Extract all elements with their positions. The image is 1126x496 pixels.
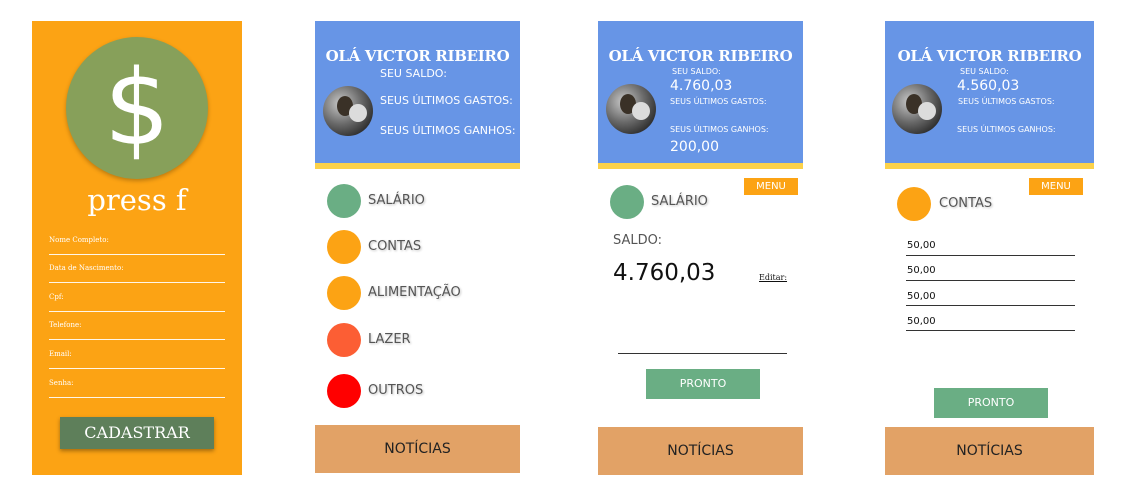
income-label: SEUS ÚLTIMOS GANHOS:: [957, 125, 1056, 134]
done-button[interactable]: PRONTO: [646, 369, 760, 399]
avatar[interactable]: [323, 86, 373, 136]
greeting-title: OLÁ VICTOR RIBEIRO: [897, 47, 1082, 65]
category-dot-icon: [327, 276, 361, 310]
income-label: SEUS ÚLTIMOS GANHOS:: [380, 124, 516, 137]
email-field[interactable]: Email:: [49, 344, 225, 369]
expense-entry: 50,00: [907, 265, 936, 276]
avatar[interactable]: [892, 84, 942, 134]
profile-header: OLÁ VICTOR RIBEIRO SEU SALDO: 4.560,03 S…: [885, 21, 1094, 169]
contas-screen: OLÁ VICTOR RIBEIRO SEU SALDO: 4.560,03 S…: [885, 21, 1094, 475]
balance-value: 4.760,03: [670, 78, 733, 94]
menu-button[interactable]: MENU: [744, 178, 798, 195]
cpf-label: Cpf:: [49, 293, 64, 301]
entry-line[interactable]: [906, 255, 1075, 256]
cpf-field[interactable]: Cpf:: [49, 287, 225, 312]
birth-date-field[interactable]: Data de Nascimento:: [49, 258, 225, 283]
entry-line[interactable]: [906, 330, 1075, 331]
birth-date-label: Data de Nascimento:: [49, 264, 124, 272]
home-screen: OLÁ VICTOR RIBEIRO SEU SALDO: SEUS ÚLTIM…: [315, 21, 520, 475]
category-dot-icon: [327, 323, 361, 357]
profile-header: OLÁ VICTOR RIBEIRO SEU SALDO: 4.760,03 S…: [598, 21, 803, 169]
phone-label: Telefone:: [49, 321, 82, 329]
password-field[interactable]: Senha:: [49, 373, 225, 398]
category-label: SALÁRIO: [368, 193, 425, 208]
full-name-label: Nome Completo:: [49, 236, 109, 244]
balance-value: 4.560,03: [957, 78, 1020, 94]
balance-label: SEU SALDO:: [672, 67, 721, 76]
edit-link[interactable]: Editar:: [759, 273, 787, 282]
entry-line[interactable]: [906, 280, 1075, 281]
salario-screen: OLÁ VICTOR RIBEIRO SEU SALDO: 4.760,03 S…: [598, 21, 803, 475]
avatar[interactable]: [606, 84, 656, 134]
category-label: CONTAS: [368, 239, 422, 254]
saldo-amount: 4.760,03: [613, 260, 716, 286]
phone-field[interactable]: Telefone:: [49, 315, 225, 340]
signup-screen: $ press f Nome Completo: Data de Nascime…: [32, 21, 242, 475]
email-label: Email:: [49, 350, 72, 358]
expenses-label: SEUS ÚLTIMOS GASTOS:: [380, 94, 513, 107]
category-dot-icon: [327, 374, 361, 408]
expense-entry: 50,00: [907, 291, 936, 302]
income-label: SEUS ÚLTIMOS GANHOS:: [670, 125, 769, 134]
done-button[interactable]: PRONTO: [934, 388, 1048, 418]
income-value: 200,00: [670, 139, 719, 155]
amount-input-line[interactable]: [618, 353, 787, 354]
category-dot-icon: [327, 230, 361, 264]
expenses-label: SEUS ÚLTIMOS GASTOS:: [958, 97, 1055, 106]
news-button[interactable]: NOTÍCIAS: [315, 425, 520, 473]
greeting-title: OLÁ VICTOR RIBEIRO: [325, 47, 510, 65]
full-name-field[interactable]: Nome Completo:: [49, 230, 225, 255]
category-dot-icon: [327, 184, 361, 218]
dollar-logo-icon: $: [66, 37, 208, 179]
category-dot-icon: [897, 187, 931, 221]
greeting-title: OLÁ VICTOR RIBEIRO: [608, 47, 793, 65]
news-button[interactable]: NOTÍCIAS: [598, 427, 803, 475]
category-label: SALÁRIO: [651, 194, 708, 209]
expense-entry: 50,00: [907, 316, 936, 327]
expenses-label: SEUS ÚLTIMOS GASTOS:: [670, 97, 767, 106]
saldo-label: SALDO:: [613, 233, 663, 248]
balance-label: SEU SALDO:: [960, 67, 1009, 76]
category-label: LAZER: [368, 332, 411, 347]
entry-line[interactable]: [906, 305, 1075, 306]
menu-button[interactable]: MENU: [1029, 178, 1083, 195]
app-name: press f: [87, 183, 187, 217]
expense-entry: 50,00: [907, 240, 936, 251]
password-label: Senha:: [49, 379, 74, 387]
news-button[interactable]: NOTÍCIAS: [885, 427, 1094, 475]
balance-label: SEU SALDO:: [380, 67, 447, 80]
category-label: OUTROS: [368, 383, 424, 398]
profile-header: OLÁ VICTOR RIBEIRO SEU SALDO: SEUS ÚLTIM…: [315, 21, 520, 169]
category-label: CONTAS: [939, 196, 993, 211]
category-dot-icon: [610, 185, 644, 219]
register-button[interactable]: CADASTRAR: [60, 417, 214, 449]
category-label: ALIMENTAÇÃO: [368, 285, 461, 300]
